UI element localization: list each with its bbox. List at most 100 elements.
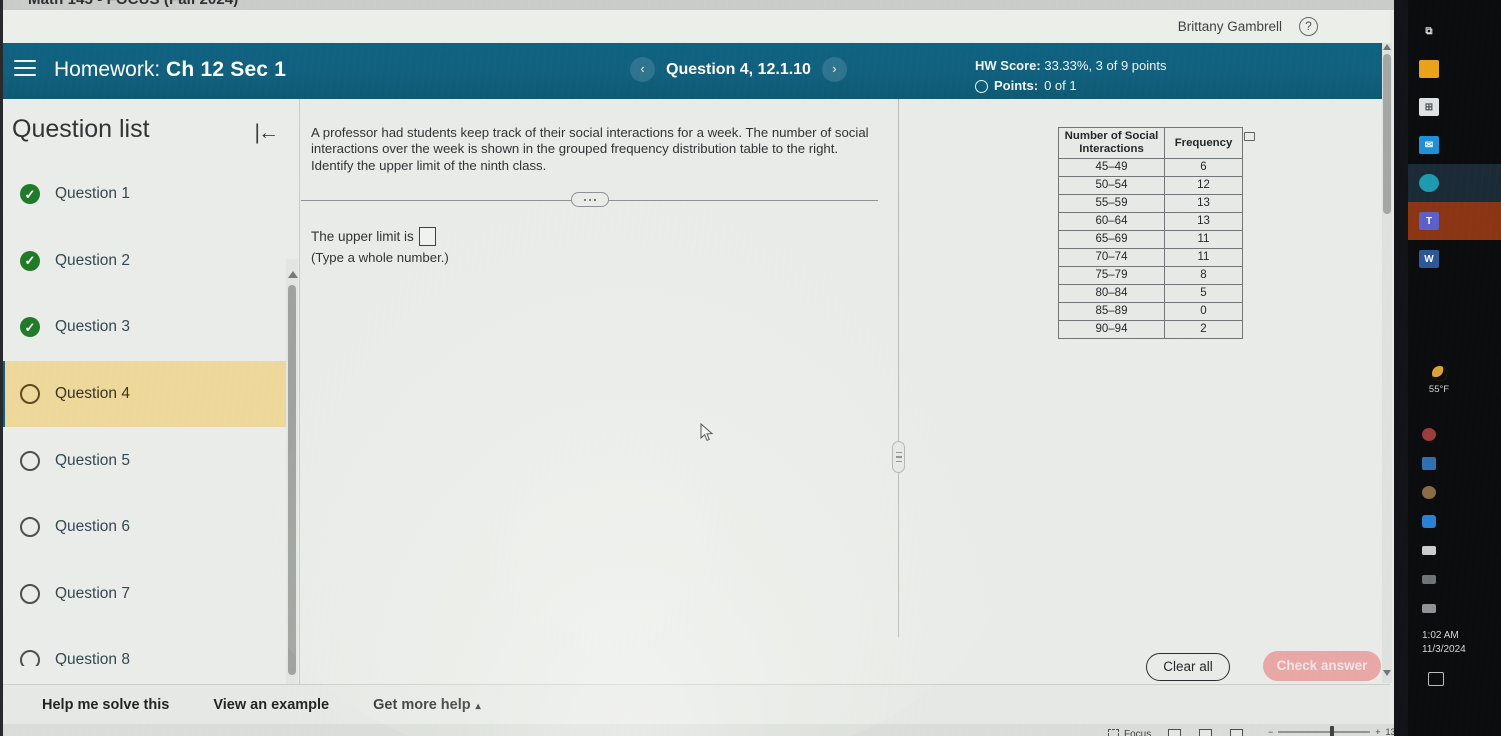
table-cell-frequency: 12 xyxy=(1164,176,1243,195)
panel-splitter-handle[interactable] xyxy=(892,441,905,473)
next-question-button[interactable]: › xyxy=(821,57,847,82)
moon-icon xyxy=(1429,363,1449,384)
table-cell-class: 45–49 xyxy=(1058,158,1165,177)
print-layout-icon[interactable] xyxy=(1199,729,1212,736)
sidebar-item-question-4[interactable]: Question 4 xyxy=(0,360,288,428)
empty-circle-icon xyxy=(20,450,40,471)
frequency-table-wrapper: Number of Social Interactions Frequency … xyxy=(1058,127,1255,339)
open-in-window-icon[interactable] xyxy=(1244,132,1255,141)
zoom-slider-knob[interactable] xyxy=(1330,726,1335,736)
tray-brown-icon[interactable] xyxy=(1408,478,1501,507)
focus-label: Focus xyxy=(1124,729,1152,736)
question-nav: ‹ Question 4, 12.1.10 › xyxy=(630,57,847,82)
zoom-out-button[interactable]: − xyxy=(1268,727,1273,736)
focus-mode-button[interactable]: Focus xyxy=(1108,729,1151,736)
question-statement: A professor had students keep track of t… xyxy=(311,125,869,173)
browser-tab-title[interactable]: Math 145 - FOCUS (Fall 2024) xyxy=(28,0,238,8)
sidebar-item-label: Question 3 xyxy=(55,318,130,336)
table-column-header: Number of Social Interactions xyxy=(1058,127,1165,159)
clock-date: 11/3/2024 xyxy=(1422,644,1466,655)
hw-score-label: HW Score: xyxy=(975,58,1041,73)
prev-question-button[interactable]: ‹ xyxy=(630,57,655,82)
clear-all-button[interactable]: Clear all xyxy=(1146,653,1230,681)
sidebar-item-question-1[interactable]: Question 1 xyxy=(0,161,288,228)
get-more-help-button[interactable]: Get more help ▴ xyxy=(373,697,481,713)
table-row: 90–94 2 xyxy=(1058,320,1243,339)
hamburger-menu-icon[interactable] xyxy=(14,60,36,78)
task-view-icon[interactable]: ⧉ xyxy=(1408,12,1501,50)
table-cell-class: 90–94 xyxy=(1058,320,1165,339)
table-cell-class: 55–59 xyxy=(1058,194,1165,213)
scroll-up-arrow-icon[interactable] xyxy=(288,271,298,278)
sidebar-title: Question list xyxy=(12,115,150,143)
store-icon[interactable]: ⊞ xyxy=(1408,88,1501,126)
table-cell-class: 60–64 xyxy=(1058,212,1165,231)
check-circle-icon xyxy=(20,184,40,205)
web-page: Brittany Gambrell ? Homework: Ch 12 Sec … xyxy=(0,10,1398,736)
mail-icon[interactable]: ✉ xyxy=(1408,126,1501,164)
clock-time: 1:02 AM xyxy=(1422,630,1459,641)
sidebar-item-question-3[interactable]: Question 3 xyxy=(0,294,288,361)
screen-bezel-right xyxy=(1394,0,1408,736)
zoom-slider[interactable] xyxy=(1278,726,1371,736)
mail-glyph: ✉ xyxy=(1419,136,1439,154)
read-mode-icon[interactable] xyxy=(1168,729,1181,736)
taskbar-clock[interactable]: 1:02 AM 11/3/2024 xyxy=(1422,629,1466,657)
view-mode-buttons xyxy=(1168,729,1243,736)
file-explorer-icon[interactable] xyxy=(1408,50,1501,88)
table-cell-frequency: 13 xyxy=(1164,212,1243,231)
scroll-up-arrow-icon[interactable] xyxy=(1383,44,1391,50)
ellipsis-icon[interactable] xyxy=(571,192,609,207)
help-me-solve-this-button[interactable]: Help me solve this xyxy=(42,697,169,713)
tray-blue-icon[interactable] xyxy=(1408,449,1501,478)
teams-icon[interactable]: T xyxy=(1408,202,1501,240)
page-title: Homework: Ch 12 Sec 1 xyxy=(54,58,286,82)
sidebar-item-label: Question 6 xyxy=(55,518,130,536)
frequency-distribution-table: Number of Social Interactions Frequency … xyxy=(1058,127,1243,339)
sidebar-scrollbar-thumb[interactable] xyxy=(288,285,296,675)
sidebar-item-question-8[interactable]: Question 8 xyxy=(0,627,288,666)
zoom-in-button[interactable]: + xyxy=(1375,727,1380,736)
panel-splitter xyxy=(898,99,899,637)
scroll-down-arrow-icon[interactable] xyxy=(1383,670,1391,676)
caret-up-icon: ▴ xyxy=(475,701,481,712)
wifi-icon[interactable] xyxy=(1408,565,1501,594)
windows-taskbar: ⧉ ⊞ ✉ T W 55°F 1:02 AM 11/3/2024 xyxy=(1408,0,1501,736)
answer-row: The upper limit is xyxy=(311,227,436,246)
get-more-help-label: Get more help xyxy=(373,697,471,713)
table-cell-class: 85–89 xyxy=(1058,302,1165,321)
tray-red-icon[interactable] xyxy=(1408,420,1501,449)
tray-lightblue-icon[interactable] xyxy=(1408,507,1501,536)
collapse-left-icon[interactable]: |← xyxy=(255,121,280,145)
page-scrollbar-thumb[interactable] xyxy=(1383,54,1391,214)
sidebar-item-label: Question 2 xyxy=(55,251,130,269)
edge-glyph xyxy=(1419,174,1439,192)
check-circle-icon xyxy=(20,317,40,338)
edge-browser-icon[interactable] xyxy=(1408,164,1501,202)
volume-icon[interactable] xyxy=(1408,594,1501,623)
word-icon[interactable]: W xyxy=(1408,240,1501,278)
table-cell-frequency: 8 xyxy=(1164,266,1243,285)
sidebar-item-label: Question 1 xyxy=(55,185,130,203)
answer-prompt: The upper limit is xyxy=(311,229,414,244)
focus-mode-icon xyxy=(1108,729,1119,736)
answer-input[interactable] xyxy=(418,227,436,246)
notification-icon[interactable] xyxy=(1428,672,1444,686)
sidebar-item-question-2[interactable]: Question 2 xyxy=(0,228,288,295)
screen: Math 145 - FOCUS (Fall 2024) Brittany Ga… xyxy=(0,0,1501,736)
app-header: Homework: Ch 12 Sec 1 ‹ Question 4, 12.1… xyxy=(0,43,1390,143)
points-row: Points: 0 of 1 xyxy=(975,77,1167,95)
check-answer-button[interactable]: Check answer xyxy=(1263,651,1381,681)
table-cell-class: 80–84 xyxy=(1058,284,1165,303)
table-cell-frequency: 11 xyxy=(1164,230,1243,249)
sidebar-item-question-7[interactable]: Question 7 xyxy=(0,561,288,628)
taskbar-weather-widget[interactable]: 55°F xyxy=(1416,363,1462,395)
web-layout-icon[interactable] xyxy=(1230,729,1243,736)
view-an-example-button[interactable]: View an example xyxy=(213,697,329,713)
sidebar-item-question-6[interactable]: Question 6 xyxy=(0,494,288,561)
question-circle-icon[interactable]: ? xyxy=(1299,17,1318,36)
zoom-control: − + 130% xyxy=(1268,726,1398,736)
battery-icon[interactable] xyxy=(1408,536,1501,565)
sidebar-item-label: Question 7 xyxy=(55,584,130,602)
sidebar-item-question-5[interactable]: Question 5 xyxy=(0,427,288,494)
